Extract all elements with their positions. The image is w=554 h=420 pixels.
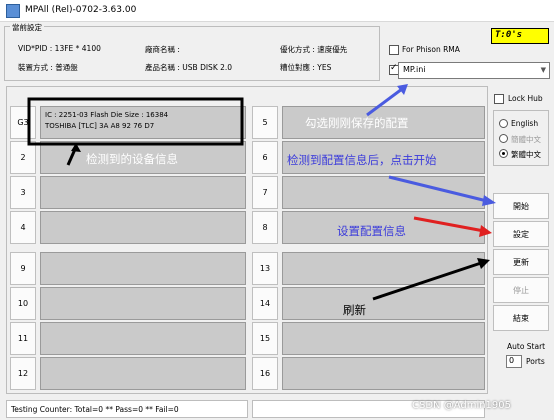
arrow-to-setting: [413, 216, 485, 233]
arrow-to-update: [372, 261, 482, 301]
arrowhead-to-start: [482, 195, 496, 206]
highlight-box: [27, 97, 244, 146]
arrowhead-to-setting: [479, 225, 492, 237]
annotation-check-saved: 勾选刚刚保存的配置: [305, 116, 409, 130]
annotation-overlay: [27, 84, 496, 301]
annotation-detected: 检测到的设备信息: [86, 152, 178, 166]
watermark: CSDN @Admin1905: [412, 400, 512, 411]
arrow-to-ini: [366, 87, 403, 117]
arrow-to-start: [388, 175, 488, 203]
annotation-start-hint: 检测到配置信息后，点击开始: [287, 153, 437, 167]
annotation-refresh: 刷新: [343, 303, 366, 317]
annotation-setting-hint: 设置配置信息: [337, 224, 406, 238]
